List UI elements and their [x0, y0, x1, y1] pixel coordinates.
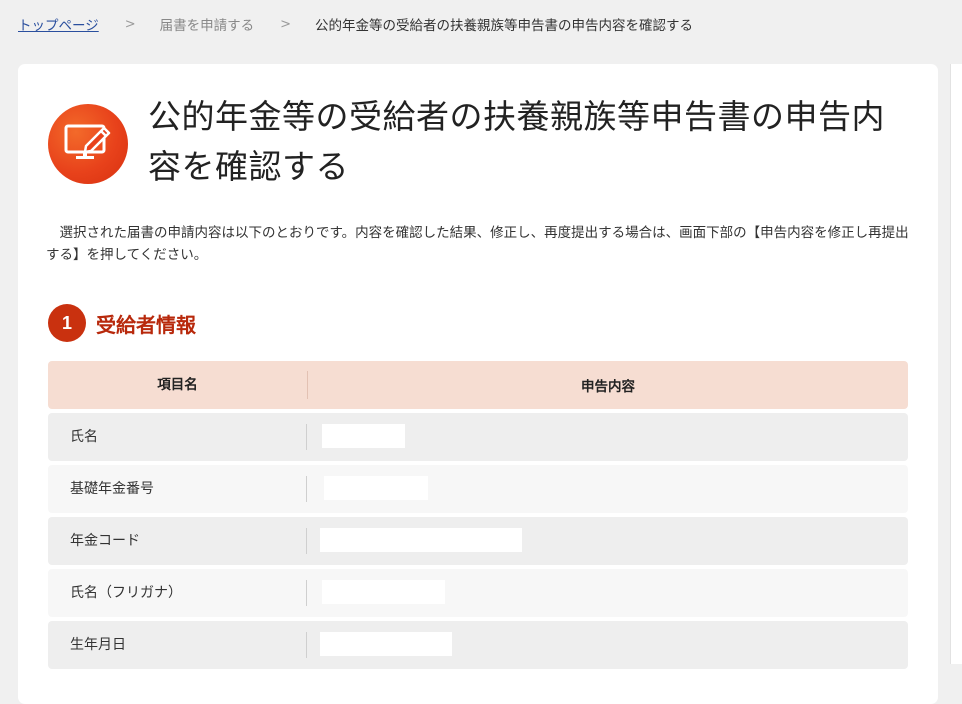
section-number-badge: 1	[48, 304, 86, 342]
row-value-birthdate	[307, 621, 908, 669]
chevron-right-icon: >	[280, 16, 292, 32]
row-label-pension-number: 基礎年金番号	[48, 476, 307, 502]
redacted-value	[320, 528, 522, 552]
column-header-content: 申告内容	[581, 379, 635, 395]
recipient-info-table: 項目名 申告内容 氏名 基礎年金番号 年金コード 氏名（フリガナ） 生年月日	[48, 361, 908, 673]
row-value-pension-code	[307, 517, 908, 565]
monitor-edit-icon	[48, 104, 128, 184]
section-title: 受給者情報	[96, 312, 196, 337]
redacted-value	[322, 580, 445, 604]
row-label-pension-code: 年金コード	[48, 528, 307, 554]
row-label-birthdate: 生年月日	[48, 632, 307, 658]
main-card: 公的年金等の受給者の扶養親族等申告書の申告内容を確認する 選択された届書の申請内…	[18, 64, 938, 704]
column-header-item: 項目名	[48, 371, 308, 399]
row-value-name	[307, 413, 908, 461]
row-value-name-kana	[307, 569, 908, 617]
row-label-name-kana: 氏名（フリガナ）	[48, 580, 307, 606]
table-row: 生年月日	[48, 621, 908, 669]
table-row: 年金コード	[48, 517, 908, 565]
table-row: 氏名（フリガナ）	[48, 569, 908, 617]
table-header: 項目名 申告内容	[48, 361, 908, 409]
row-value-pension-number	[307, 465, 908, 513]
breadcrumb-home-link[interactable]: トップページ	[18, 14, 99, 34]
section-header-recipient: 1 受給者情報	[48, 304, 196, 342]
breadcrumb-current: 公的年金等の受給者の扶養親族等申告書の申告内容を確認する	[315, 18, 694, 34]
intro-text: 選択された届書の申請内容は以下のとおりです。内容を確認した結果、修正し、再度提出…	[46, 225, 909, 263]
chevron-right-icon: >	[124, 16, 136, 32]
redacted-value	[320, 632, 452, 656]
redacted-value	[322, 424, 405, 448]
table-row: 氏名	[48, 413, 908, 461]
table-row: 基礎年金番号	[48, 465, 908, 513]
breadcrumb-step-apply: 届書を申請する	[159, 18, 255, 34]
row-label-name: 氏名	[48, 424, 307, 450]
page-title: 公的年金等の受給者の扶養親族等申告書の申告内容を確認する	[148, 97, 885, 186]
breadcrumb: トップページ > 届書を申請する > 公的年金等の受給者の扶養親族等申告書の申告…	[18, 14, 694, 35]
right-panel-edge	[950, 64, 962, 664]
redacted-value	[324, 476, 428, 500]
